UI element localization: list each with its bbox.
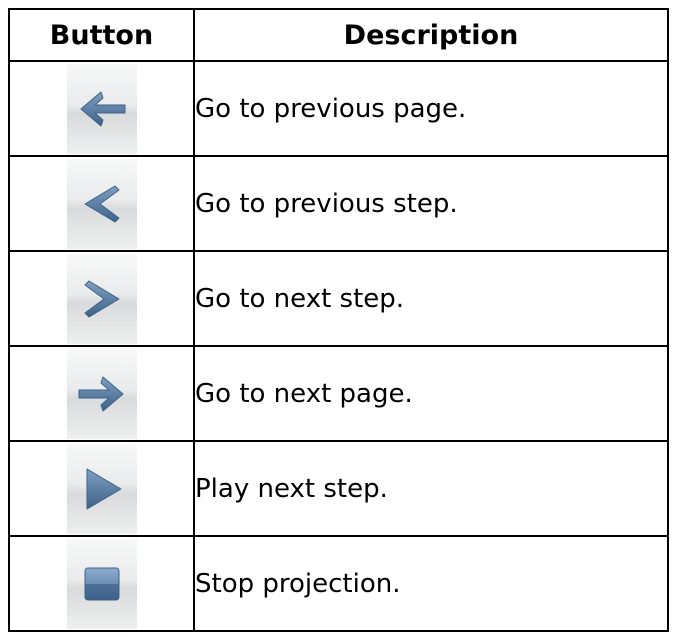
- stop-icon[interactable]: [66, 538, 137, 629]
- play-icon[interactable]: [66, 443, 137, 534]
- table-row: Go to next step.: [8, 250, 669, 347]
- description-cell: Go to next step.: [193, 250, 669, 347]
- arrow-right-icon[interactable]: [66, 348, 137, 439]
- table-row: Stop projection.: [8, 535, 669, 632]
- header-button: Button: [8, 8, 195, 62]
- button-cell: [8, 440, 195, 537]
- button-cell: [8, 535, 195, 632]
- header-row: Button Description: [8, 8, 669, 62]
- arrow-left-icon[interactable]: [66, 63, 137, 154]
- table-row: Go to next page.: [8, 345, 669, 442]
- description-cell: Go to previous step.: [193, 155, 669, 252]
- table-row: Play next step.: [8, 440, 669, 537]
- table-row: Go to previous page.: [8, 60, 669, 157]
- header-description: Description: [193, 8, 669, 62]
- description-cell: Go to previous page.: [193, 60, 669, 157]
- table-row: Go to previous step.: [8, 155, 669, 252]
- button-cell: [8, 250, 195, 347]
- chevron-left-icon[interactable]: [66, 158, 137, 249]
- button-cell: [8, 345, 195, 442]
- button-cell: [8, 60, 195, 157]
- button-cell: [8, 155, 195, 252]
- chevron-right-icon[interactable]: [66, 253, 137, 344]
- description-cell: Play next step.: [193, 440, 669, 537]
- description-cell: Go to next page.: [193, 345, 669, 442]
- description-cell: Stop projection.: [193, 535, 669, 632]
- button-reference-table: Button Description Go to previous page.: [8, 8, 669, 632]
